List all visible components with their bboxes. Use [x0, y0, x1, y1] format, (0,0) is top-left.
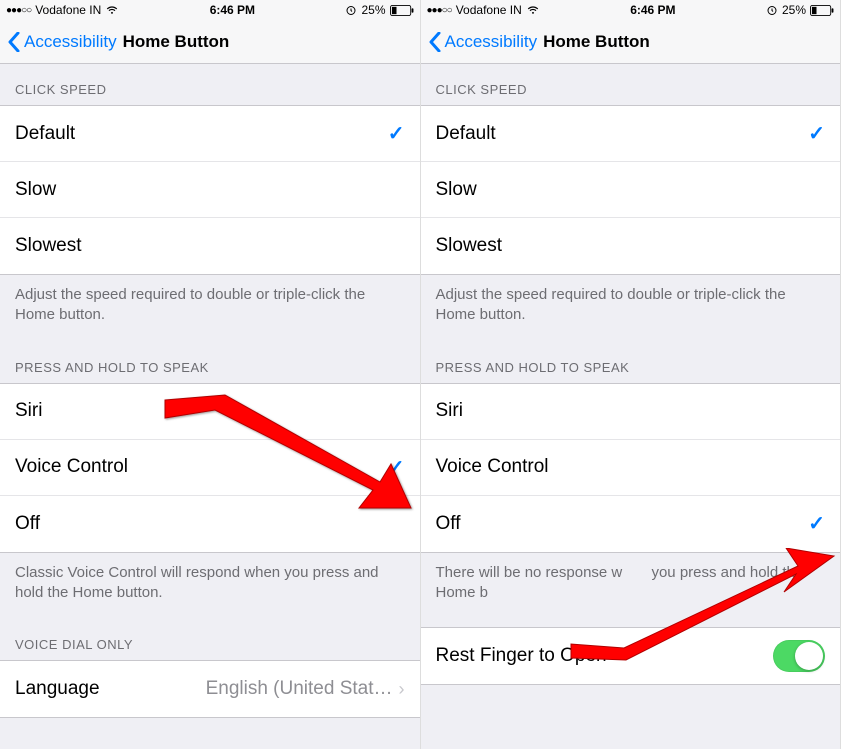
- option-siri[interactable]: Siri: [0, 384, 420, 440]
- carrier-label: Vodafone IN: [456, 3, 522, 17]
- rest-finger-label: Rest Finger to Open: [436, 645, 607, 667]
- language-value: English (United Stat…: [206, 678, 393, 700]
- option-label: Siri: [15, 400, 42, 422]
- chevron-left-icon: [429, 32, 441, 52]
- battery-pct: 25%: [782, 3, 806, 17]
- option-label: Off: [436, 513, 461, 535]
- nav-title: Home Button: [123, 32, 230, 52]
- option-label: Voice Control: [15, 456, 128, 478]
- back-label: Accessibility: [445, 32, 538, 52]
- section-footer-press-hold: Classic Voice Control will respond when …: [0, 553, 420, 620]
- battery-icon: [390, 5, 414, 16]
- section-header-click-speed: CLICK SPEED: [0, 64, 420, 105]
- section-footer-click-speed: Adjust the speed required to double or t…: [0, 275, 420, 342]
- rest-finger-group: Rest Finger to Open: [421, 627, 841, 685]
- option-slow[interactable]: Slow: [0, 162, 420, 218]
- clock: 6:46 PM: [630, 3, 675, 17]
- section-header-voice-dial: VOICE DIAL ONLY: [0, 619, 420, 660]
- clock: 6:46 PM: [210, 3, 255, 17]
- option-label: Siri: [436, 400, 463, 422]
- chevron-right-icon: ›: [399, 679, 405, 700]
- battery-icon: [810, 5, 834, 16]
- option-slow[interactable]: Slow: [421, 162, 841, 218]
- option-label: Slowest: [436, 235, 503, 257]
- option-default[interactable]: Default ✓: [421, 106, 841, 162]
- click-speed-group: Default ✓ Slow Slowest: [0, 105, 420, 275]
- alarm-icon: [766, 4, 778, 16]
- option-slowest[interactable]: Slowest: [421, 218, 841, 274]
- status-bar: ●●●○○ Vodafone IN 6:46 PM 25%: [421, 0, 841, 20]
- click-speed-group: Default ✓ Slow Slowest: [421, 105, 841, 275]
- back-label: Accessibility: [24, 32, 117, 52]
- screen-right: ●●●○○ Vodafone IN 6:46 PM 25% Accessibil…: [421, 0, 841, 749]
- option-label: Slow: [436, 179, 477, 201]
- language-cell[interactable]: Language English (United Stat… ›: [0, 661, 420, 717]
- option-label: Voice Control: [436, 456, 549, 478]
- option-label: Slowest: [15, 235, 82, 257]
- alarm-icon: [345, 4, 357, 16]
- check-icon: ✓: [808, 121, 825, 146]
- rest-finger-cell[interactable]: Rest Finger to Open: [421, 628, 841, 684]
- battery-pct: 25%: [361, 3, 385, 17]
- option-label: Slow: [15, 179, 56, 201]
- nav-title: Home Button: [543, 32, 650, 52]
- press-hold-group: Siri Voice Control ✓ Off: [0, 383, 420, 553]
- back-button[interactable]: Accessibility: [429, 32, 538, 52]
- check-icon: ✓: [388, 121, 405, 146]
- option-label: Off: [15, 513, 40, 535]
- section-footer-click-speed: Adjust the speed required to double or t…: [421, 275, 841, 342]
- option-voice-control[interactable]: Voice Control: [421, 440, 841, 496]
- option-label: Default: [436, 123, 496, 145]
- wifi-icon: [105, 3, 119, 17]
- option-siri[interactable]: Siri: [421, 384, 841, 440]
- option-voice-control[interactable]: Voice Control ✓: [0, 440, 420, 496]
- language-label: Language: [15, 678, 100, 700]
- screen-left: ●●●○○ Vodafone IN 6:46 PM 25% Accessibil…: [0, 0, 421, 749]
- wifi-icon: [526, 3, 540, 17]
- section-header-click-speed: CLICK SPEED: [421, 64, 841, 105]
- nav-bar: Accessibility Home Button: [421, 20, 841, 64]
- rest-finger-toggle[interactable]: [773, 640, 825, 672]
- option-label: Default: [15, 123, 75, 145]
- signal-dots-icon: ●●●○○: [6, 5, 31, 16]
- back-button[interactable]: Accessibility: [8, 32, 117, 52]
- press-hold-group: Siri Voice Control Off ✓: [421, 383, 841, 553]
- section-header-press-hold: PRESS AND HOLD TO SPEAK: [421, 342, 841, 383]
- option-off[interactable]: Off ✓: [421, 496, 841, 552]
- section-footer-press-hold: There will be no response when you press…: [421, 553, 841, 620]
- option-slowest[interactable]: Slowest: [0, 218, 420, 274]
- option-default[interactable]: Default ✓: [0, 106, 420, 162]
- status-bar: ●●●○○ Vodafone IN 6:46 PM 25%: [0, 0, 420, 20]
- carrier-label: Vodafone IN: [35, 3, 101, 17]
- option-off[interactable]: Off: [0, 496, 420, 552]
- chevron-left-icon: [8, 32, 20, 52]
- nav-bar: Accessibility Home Button: [0, 20, 420, 64]
- check-icon: ✓: [808, 511, 825, 536]
- voice-dial-group: Language English (United Stat… ›: [0, 660, 420, 718]
- check-icon: ✓: [388, 455, 405, 480]
- section-header-press-hold: PRESS AND HOLD TO SPEAK: [0, 342, 420, 383]
- signal-dots-icon: ●●●○○: [427, 5, 452, 16]
